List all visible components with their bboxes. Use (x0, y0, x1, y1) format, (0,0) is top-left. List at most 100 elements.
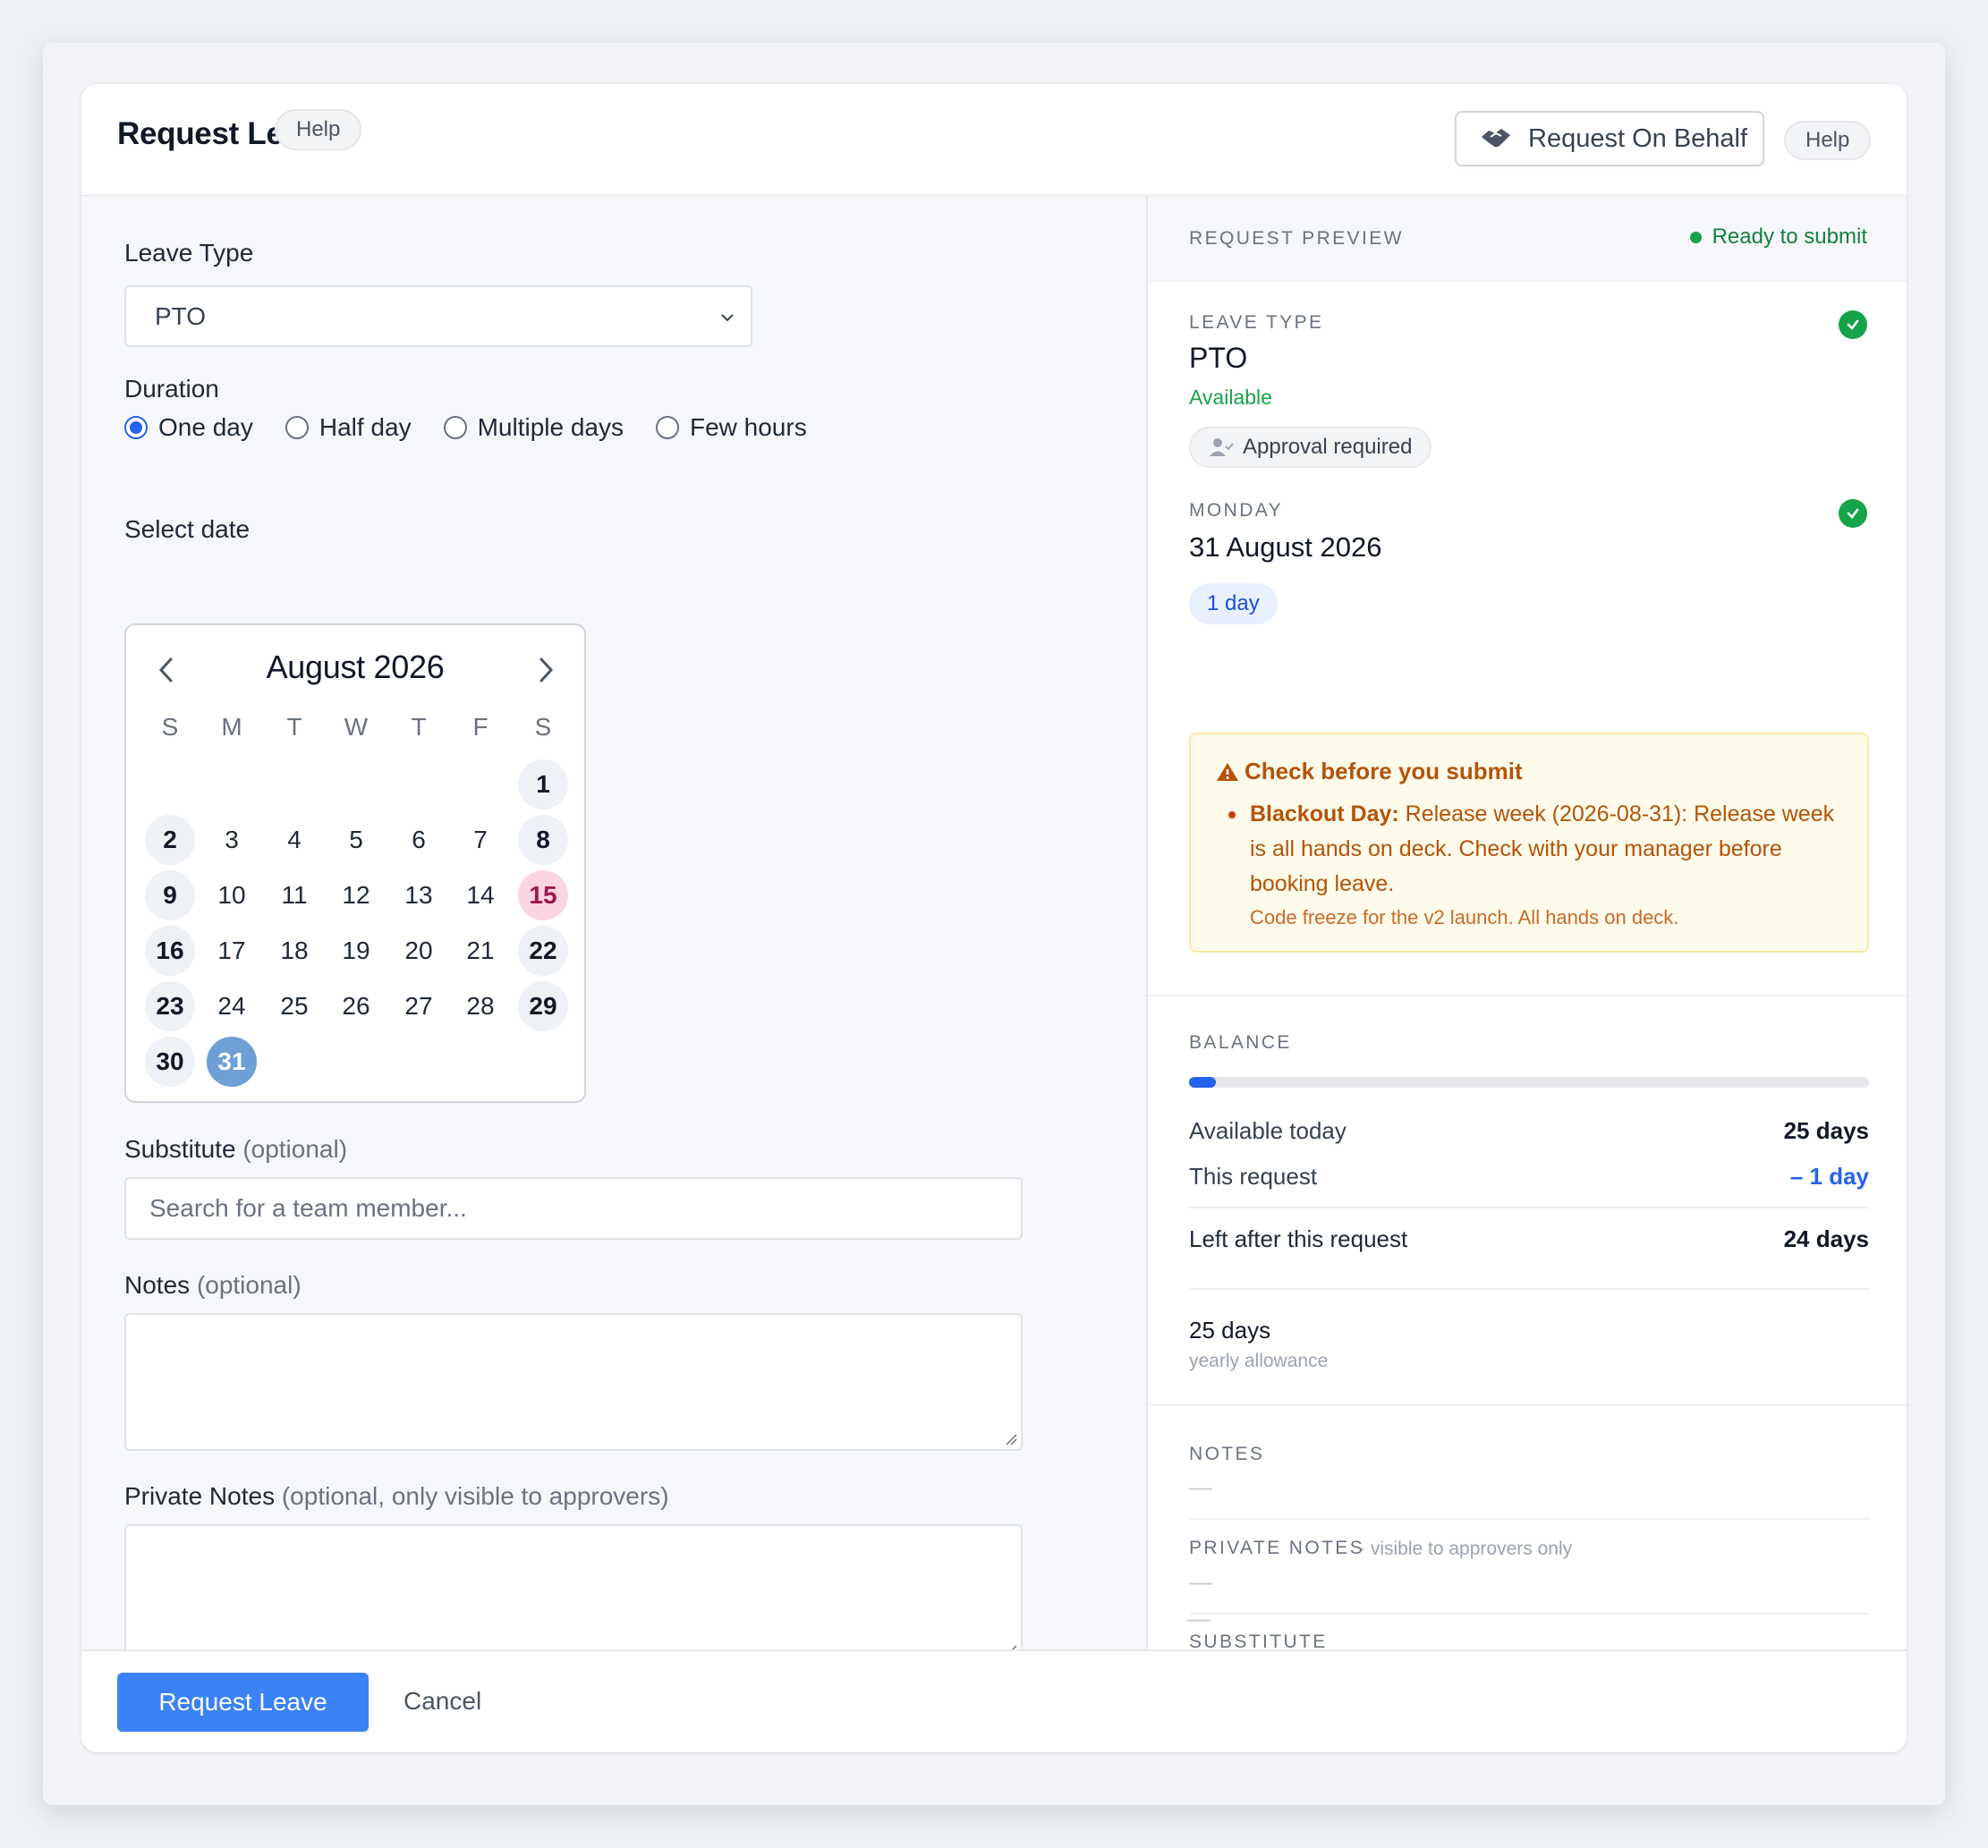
weekday-header: W (344, 713, 369, 741)
calendar-day[interactable]: 19 (331, 926, 381, 976)
weekday-header: F (472, 713, 489, 741)
balance-divider (1189, 1207, 1869, 1208)
warning-title: Check before you submit (1216, 758, 1523, 785)
calendar-day[interactable]: 16 (145, 926, 195, 976)
notes-textarea[interactable] (124, 1313, 1023, 1451)
warning-triangle-icon (1217, 762, 1238, 781)
private-notes-divider (1189, 1613, 1869, 1615)
status-dot-icon (1689, 231, 1702, 243)
check-circle-icon (1839, 310, 1867, 339)
calendar-day[interactable]: 5 (331, 815, 381, 865)
notes-label-text: Notes (124, 1271, 191, 1299)
calendar-day[interactable]: 13 (394, 870, 444, 920)
duration-option-multiple-days[interactable]: Multiple days (443, 413, 624, 442)
calendar-day[interactable]: 3 (207, 815, 257, 865)
resize-handle-icon[interactable] (1005, 1433, 1017, 1445)
radio-few-hours[interactable] (655, 416, 679, 439)
calendar-day[interactable]: 14 (455, 870, 505, 920)
duration-option-one-day[interactable]: One day (124, 413, 253, 442)
radio-label: Multiple days (477, 413, 624, 441)
calendar-day[interactable]: 17 (207, 926, 257, 976)
cancel-button[interactable]: Cancel (404, 1687, 481, 1716)
yearly-allowance-caption: yearly allowance (1189, 1351, 1329, 1371)
calendar-day[interactable]: 30 (145, 1037, 195, 1087)
duration-option-half-day[interactable]: Half day (285, 413, 412, 442)
help-button-right[interactable]: Help (1784, 121, 1872, 160)
help-button[interactable]: Help (275, 109, 362, 150)
radio-one-day[interactable] (124, 416, 148, 439)
calendar-day[interactable]: 1 (518, 759, 568, 810)
notes-label: Notes (optional) (124, 1271, 302, 1300)
calendar-day[interactable]: 25 (269, 981, 319, 1031)
radio-half-day[interactable] (285, 416, 309, 439)
balance-heading: BALANCE (1189, 1032, 1292, 1053)
radio-label: Half day (319, 413, 412, 441)
calendar-day[interactable]: 10 (207, 870, 257, 920)
duration-radio-group: One day Half day Multiple days Few hours (124, 413, 839, 442)
calendar-day[interactable]: 4 (269, 815, 319, 865)
duration-option-few-hours[interactable]: Few hours (655, 413, 807, 442)
select-date-label: Select date (124, 515, 251, 543)
calendar-day[interactable]: 21 (455, 926, 505, 976)
notes-value: — (1189, 1473, 1212, 1500)
calendar-day[interactable]: 27 (394, 981, 444, 1031)
balance-row-request: This request – 1 day (1189, 1163, 1869, 1191)
radio-label: Few hours (689, 413, 807, 441)
yearly-allowance-value: 25 days (1189, 1317, 1271, 1344)
substitute-search-input[interactable]: Search for a team member... (124, 1177, 1023, 1240)
chevron-right-icon[interactable] (532, 654, 559, 686)
leave-type-label: Leave Type (124, 239, 254, 267)
calendar-day[interactable]: 20 (394, 926, 444, 976)
notes-divider (1189, 1518, 1869, 1520)
calendar-day[interactable]: 8 (518, 815, 568, 865)
warning-item-label: Blackout Day: (1250, 801, 1399, 827)
calendar-day[interactable]: 9 (145, 870, 195, 920)
private-notes-caption: · visible to approvers only (1359, 1539, 1573, 1559)
private-notes-textarea[interactable] (124, 1524, 1023, 1662)
weekday-caption: MONDAY (1189, 500, 1284, 521)
calendar-day[interactable]: 28 (455, 981, 505, 1031)
warning-callout: Check before you submit Blackout Day: Re… (1189, 733, 1869, 953)
balance-request-value: – 1 day (1789, 1163, 1869, 1190)
private-notes-label-text: Private Notes (124, 1482, 276, 1510)
calendar-day[interactable]: 24 (207, 981, 257, 1031)
calendar-day[interactable]: 29 (518, 981, 568, 1031)
balance-left-label: Left after this request (1189, 1225, 1408, 1252)
calendar-day[interactable]: 6 (394, 815, 444, 865)
request-preview-panel: REQUEST PREVIEW Ready to submit LEAVE TY… (1146, 196, 1907, 1652)
balance-progress-bar (1189, 1077, 1869, 1088)
duration-label: Duration (124, 375, 219, 403)
calendar-day[interactable]: 26 (331, 981, 381, 1031)
private-notes-heading: PRIVATE NOTES (1189, 1538, 1365, 1558)
balance-left-value: 24 days (1783, 1225, 1869, 1252)
request-leave-dialog: Request Leave Help Request On Behalf Hel… (81, 84, 1907, 1752)
dialog-header: Request Leave Help Request On Behalf Hel… (81, 84, 1907, 196)
calendar-day[interactable]: 23 (145, 981, 195, 1031)
radio-multiple-days[interactable] (443, 416, 467, 439)
request-form: Leave Type PTO Duration One day Half day… (81, 196, 1146, 1662)
section-divider (1148, 1404, 1907, 1406)
substitute-label: Substitute (optional) (124, 1135, 347, 1164)
weekday-header: M (221, 713, 242, 741)
preview-header: REQUEST PREVIEW Ready to submit (1148, 196, 1907, 282)
request-on-behalf-label: Request On Behalf (1528, 123, 1748, 153)
private-notes-optional-text: (optional, only visible to approvers) (281, 1482, 669, 1510)
calendar-day[interactable]: 22 (518, 926, 568, 976)
calendar-day[interactable]: 15 (518, 870, 568, 920)
warning-item-note: Code freeze for the v2 launch. All hands… (1250, 906, 1679, 928)
balance-divider (1189, 1288, 1869, 1290)
private-notes-value: — (1189, 1568, 1212, 1595)
preview-leave-type: PTO (1189, 342, 1248, 374)
calendar-day[interactable]: 7 (455, 815, 505, 865)
balance-available-label: Available today (1189, 1117, 1347, 1144)
request-leave-button[interactable]: Request Leave (117, 1673, 369, 1732)
request-on-behalf-button[interactable]: Request On Behalf (1455, 111, 1764, 166)
calendar-day[interactable]: 18 (269, 926, 319, 976)
calendar-day[interactable]: 11 (269, 870, 319, 920)
calendar-day-selected[interactable]: 31 (207, 1037, 257, 1087)
calendar-day[interactable]: 2 (145, 815, 195, 865)
approval-required-chip: Approval required (1189, 427, 1432, 468)
balance-row-left: Left after this request 24 days (1189, 1225, 1869, 1253)
calendar-day[interactable]: 12 (331, 870, 381, 920)
leave-type-select[interactable]: PTO (124, 285, 752, 347)
